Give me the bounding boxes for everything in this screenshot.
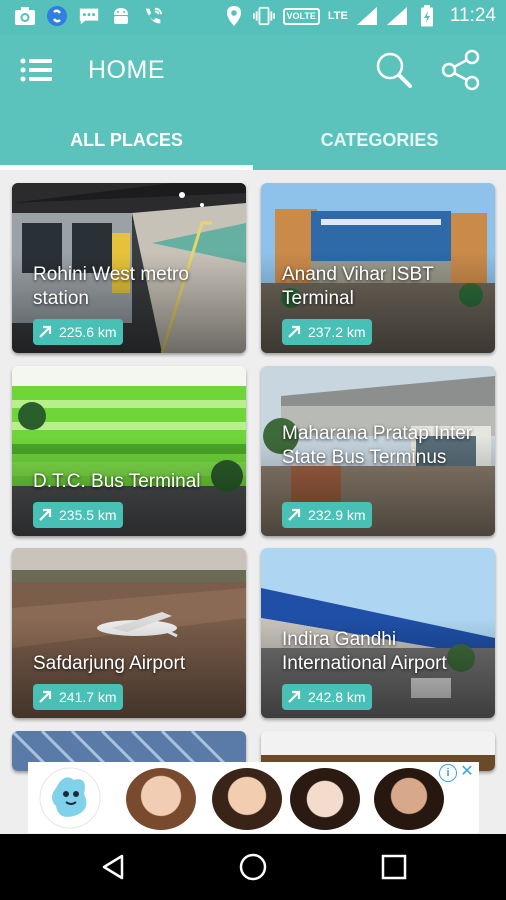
distance-badge: 237.2 km <box>282 319 372 345</box>
distance-badge: 242.8 km <box>282 684 372 710</box>
distance-badge: 235.5 km <box>33 502 123 528</box>
distance-value: 235.5 km <box>59 507 117 523</box>
ad-photo <box>290 768 360 830</box>
ad-close-icon[interactable]: ✕ <box>459 764 475 780</box>
signal-icon <box>386 5 408 27</box>
tab-all-places[interactable]: ALL PLACES <box>0 128 253 170</box>
share-icon <box>441 49 480 91</box>
place-name: Indira Gandhi International Airport <box>282 629 447 674</box>
list-menu-icon <box>20 58 52 82</box>
ad-photo <box>212 768 282 830</box>
place-name: Maharana Pratap Inter State Bus Terminus <box>282 423 473 468</box>
distance-value: 241.7 km <box>59 689 117 705</box>
vibrate-icon <box>252 5 275 27</box>
location-icon <box>223 5 245 27</box>
arrow-up-right-icon <box>39 690 52 703</box>
place-card[interactable]: Indira Gandhi International Airport 242.… <box>261 548 495 718</box>
place-card[interactable]: Safdarjung Airport 241.7 km <box>12 548 246 718</box>
shazam-icon <box>46 5 68 27</box>
distance-value: 242.8 km <box>308 689 366 705</box>
battery-charging-icon <box>416 5 438 27</box>
distance-value: 237.2 km <box>308 324 366 340</box>
volte-icon: VOLTE <box>282 7 320 25</box>
clock: 11:24 <box>449 5 496 26</box>
ad-banner[interactable]: i ✕ <box>28 762 479 833</box>
search-icon <box>376 52 412 88</box>
ad-info-icon[interactable]: i <box>439 764 457 782</box>
menu-button[interactable] <box>20 56 54 84</box>
back-icon <box>102 854 124 880</box>
tab-indicator <box>0 165 253 170</box>
network-type: LTE <box>327 9 348 22</box>
search-button[interactable] <box>374 50 414 90</box>
distance-badge: 232.9 km <box>282 502 372 528</box>
signal-icon <box>356 5 378 27</box>
arrow-up-right-icon <box>288 690 301 703</box>
status-bar: VOLTE LTE 11:24 <box>0 0 506 34</box>
tab-categories[interactable]: CATEGORIES <box>253 128 506 170</box>
distance-value: 225.6 km <box>59 324 117 340</box>
arrow-up-right-icon <box>288 508 301 521</box>
back-button[interactable] <box>98 851 130 883</box>
app-bar: HOME ALL PLACES CATEGORIES <box>0 34 506 170</box>
place-name: Rohini West metro station <box>33 264 189 309</box>
place-card[interactable]: Maharana Pratap Inter State Bus Terminus… <box>261 366 495 536</box>
place-name: D.T.C. Bus Terminal <box>33 471 201 492</box>
place-card[interactable]: Anand Vihar ISBT Terminal 237.2 km <box>261 183 495 353</box>
place-card[interactable]: Rohini West metro station 225.6 km <box>12 183 246 353</box>
place-name: Anand Vihar ISBT Terminal <box>282 264 434 309</box>
chat-icon <box>78 5 100 27</box>
recents-button[interactable] <box>378 851 410 883</box>
place-card[interactable]: D.T.C. Bus Terminal 235.5 km <box>12 366 246 536</box>
place-name: Safdarjung Airport <box>33 653 186 674</box>
system-nav-bar <box>0 834 506 900</box>
wifi-calling-icon <box>142 5 164 27</box>
ad-photo <box>374 768 444 830</box>
distance-badge: 225.6 km <box>33 319 123 345</box>
home-button[interactable] <box>237 851 269 883</box>
arrow-up-right-icon <box>39 325 52 338</box>
android-icon <box>110 5 132 27</box>
arrow-up-right-icon <box>288 325 301 338</box>
ad-mascot-logo <box>34 766 106 830</box>
distance-value: 232.9 km <box>308 507 366 523</box>
page-title: HOME <box>88 56 165 84</box>
recents-icon <box>381 854 407 880</box>
arrow-up-right-icon <box>39 508 52 521</box>
share-button[interactable] <box>440 48 484 92</box>
camera-icon <box>14 5 36 27</box>
home-icon <box>239 853 267 881</box>
distance-badge: 241.7 km <box>33 684 123 710</box>
ad-photo <box>126 768 196 830</box>
